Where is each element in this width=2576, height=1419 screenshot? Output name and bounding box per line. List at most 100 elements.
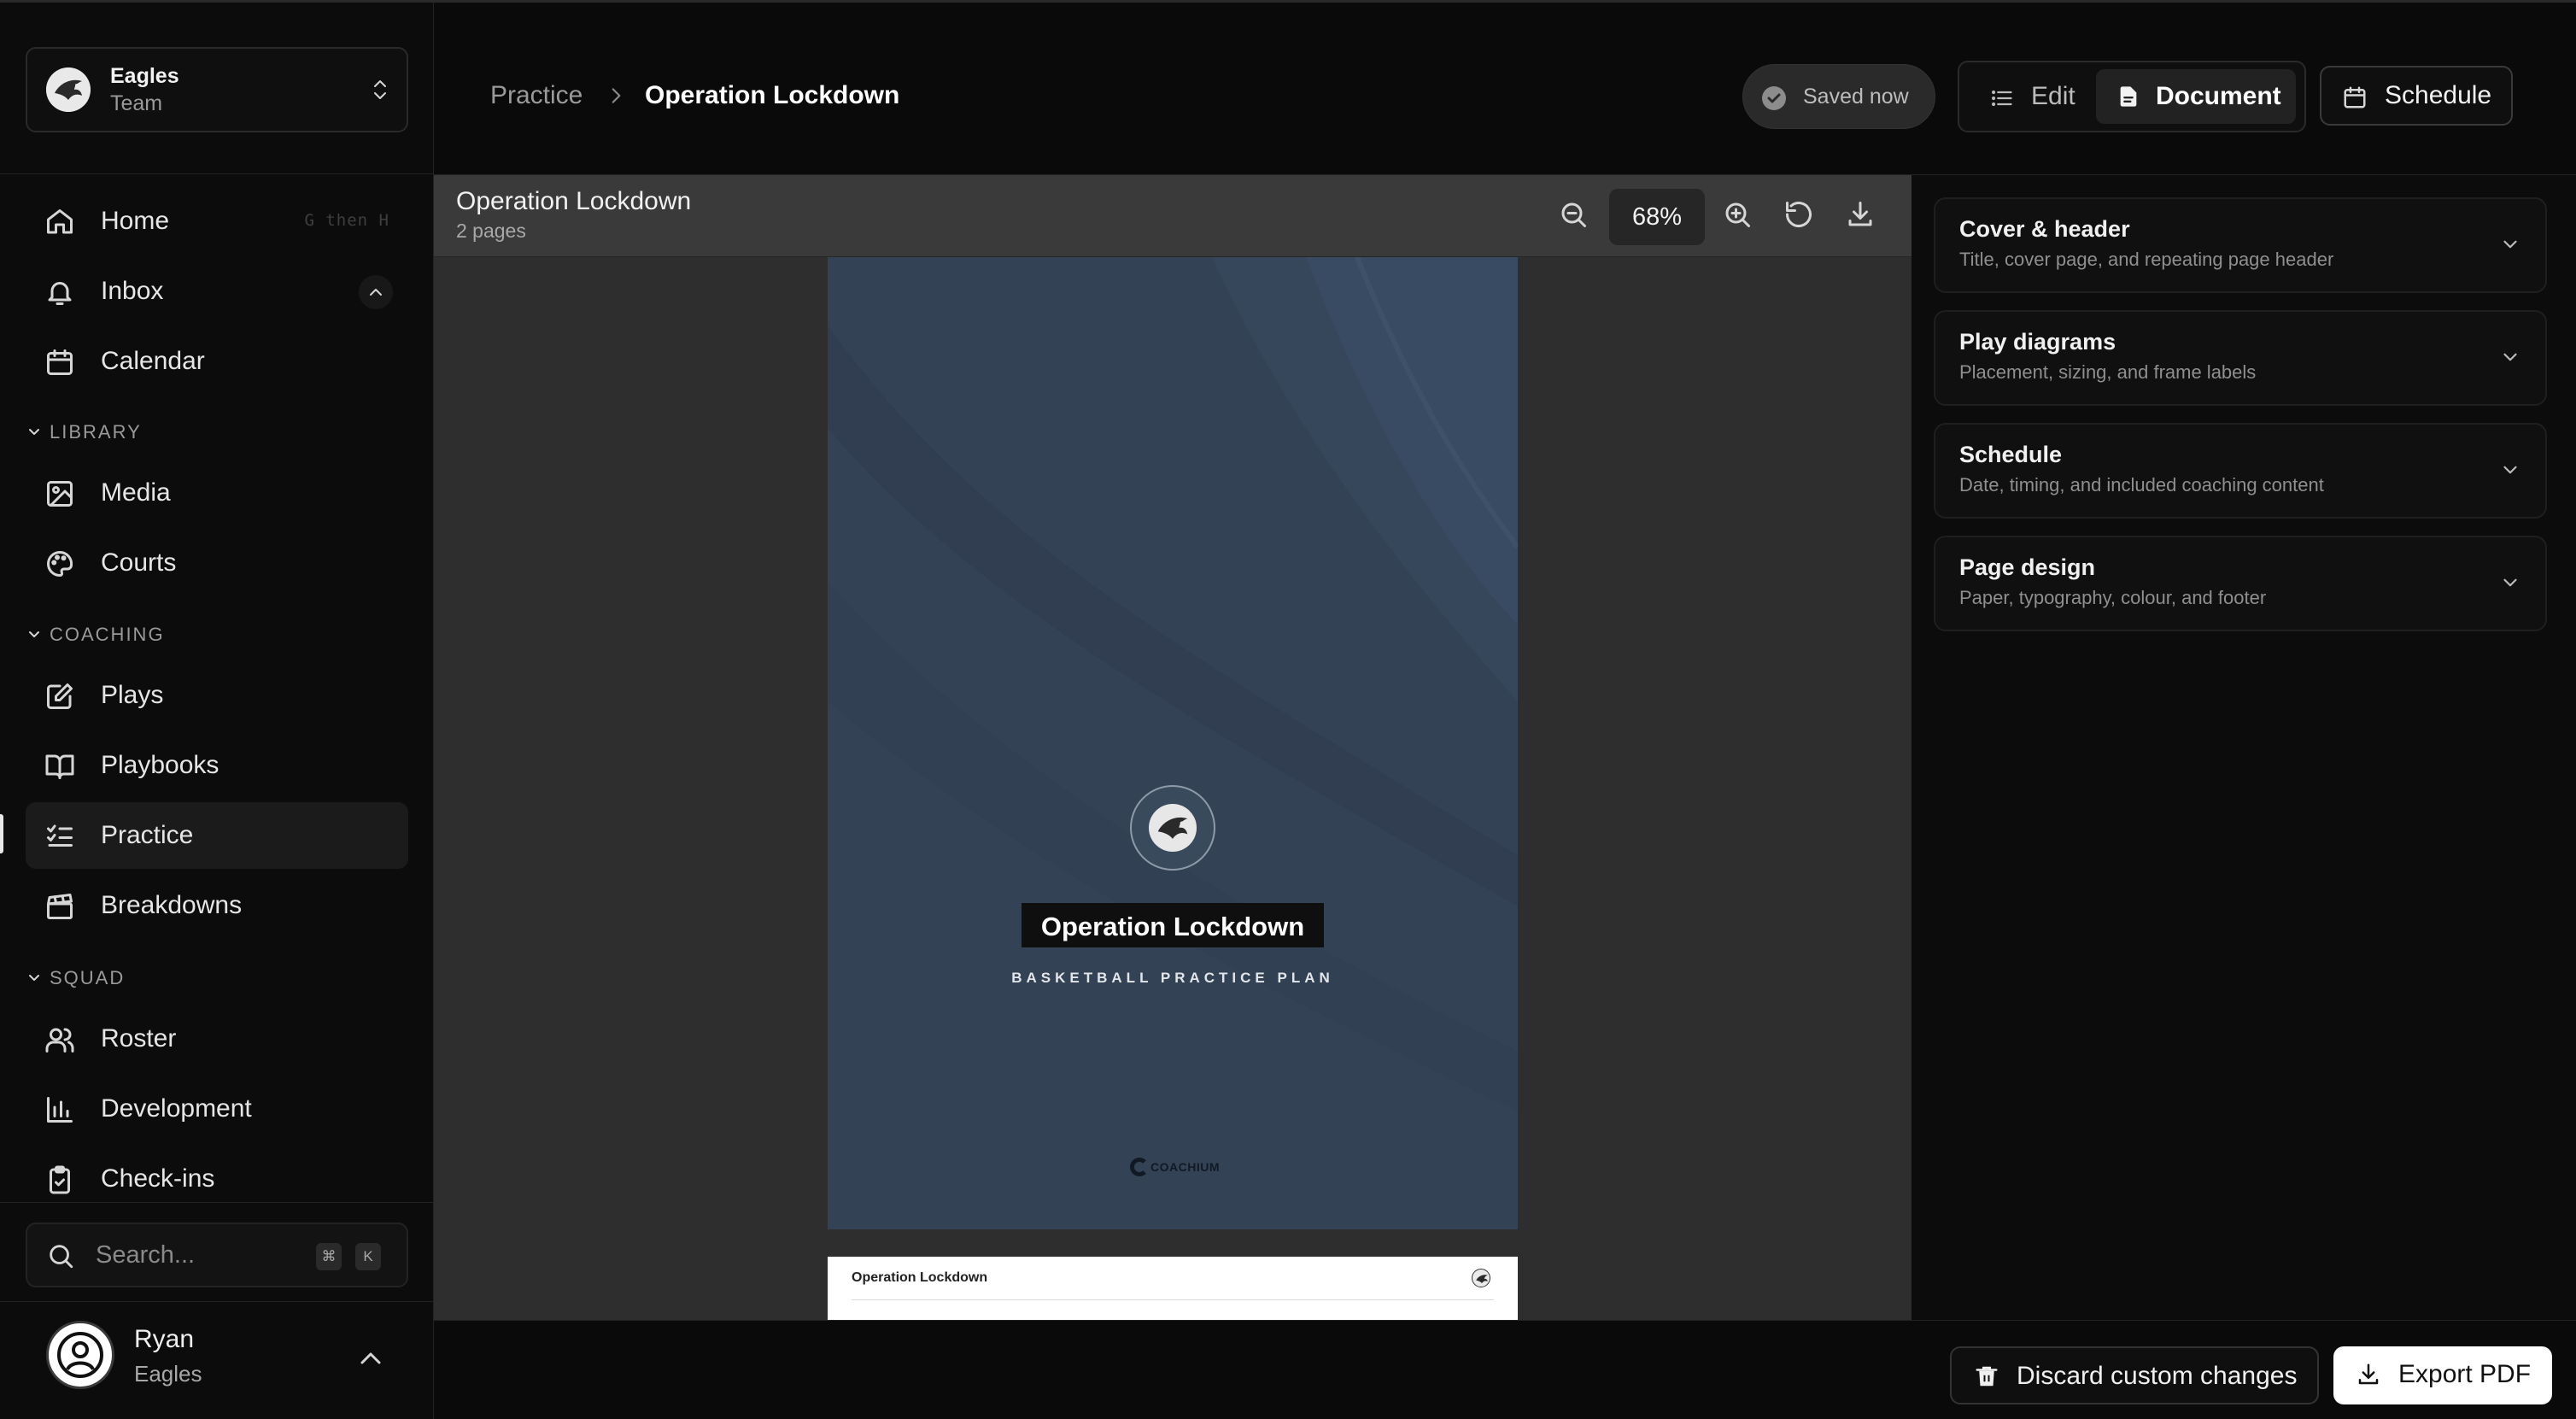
chevron-down-icon xyxy=(2499,346,2521,368)
app-window: Eagles Team Home G then H Inbox Calendar… xyxy=(0,0,2576,1419)
file-text-icon xyxy=(2116,85,2140,108)
avatar[interactable] xyxy=(46,1321,114,1389)
zoom-in-icon[interactable] xyxy=(1722,199,1753,230)
search-box[interactable]: Search... ⌘ K xyxy=(26,1223,408,1287)
trash-icon xyxy=(1974,1363,1999,1389)
section-squad-title[interactable]: SQUAD xyxy=(50,967,125,989)
accordion-title: Schedule xyxy=(1959,442,2063,467)
section-coaching-title[interactable]: COACHING xyxy=(50,624,165,646)
document-page-cover: Operation Lockdown BASKETBALL PRACTICE P… xyxy=(828,257,1518,1229)
list-checks-icon xyxy=(44,821,75,852)
sidebar-item-label: Courts xyxy=(101,548,177,577)
document-viewer: Operation Lockdown 2 pages 68% Operation… xyxy=(434,175,1912,1320)
sidebar-item-label: Plays xyxy=(101,681,164,709)
discard-changes-label: Discard custom changes xyxy=(2017,1362,2298,1390)
saved-status-text: Saved now xyxy=(1803,85,1909,108)
sidebar-item-label: Media xyxy=(101,478,171,507)
accordion-play-diagrams[interactable]: Play diagrams Placement, sizing, and fra… xyxy=(1934,310,2547,406)
chevron-down-icon[interactable] xyxy=(26,969,43,986)
sidebar-item-label: Breakdowns xyxy=(101,891,243,919)
tab-edit-label: Edit xyxy=(2031,82,2075,110)
book-open-icon xyxy=(44,751,75,782)
download-icon xyxy=(2356,1362,2381,1387)
rotate-ccw-icon[interactable] xyxy=(1783,199,1814,230)
sidebar-item-home[interactable]: Home G then H xyxy=(26,188,408,255)
document-title: Operation Lockdown xyxy=(456,187,692,215)
cover-background-swooshes xyxy=(828,257,1518,1229)
calendar-icon xyxy=(2342,85,2368,110)
export-pdf-button[interactable]: Export PDF xyxy=(2333,1346,2552,1404)
team-logo-icon xyxy=(46,67,91,112)
keyboard-shortcut: G then H xyxy=(304,211,389,230)
sidebar-item-label: Check-ins xyxy=(101,1164,215,1193)
sidebar-item-label: Inbox xyxy=(101,277,164,305)
accordion-title: Cover & header xyxy=(1959,216,2130,242)
sidebar-item-plays[interactable]: Plays xyxy=(26,662,408,729)
view-toggle: Edit Document xyxy=(1958,61,2306,132)
accordion-schedule[interactable]: Schedule Date, timing, and included coac… xyxy=(1934,423,2547,519)
brand-logo: COACHIUM xyxy=(1130,1158,1224,1180)
brand-mark-icon xyxy=(1130,1158,1149,1176)
bottom-action-bar: Discard custom changes Export PDF xyxy=(434,1320,2576,1419)
section-library-title[interactable]: LIBRARY xyxy=(50,421,142,443)
accordion-cover-header[interactable]: Cover & header Title, cover page, and re… xyxy=(1934,197,2547,293)
search-icon xyxy=(46,1241,75,1270)
sidebar-item-development[interactable]: Development xyxy=(26,1076,408,1142)
eagle-logo-icon xyxy=(1472,1269,1490,1287)
breadcrumb-parent[interactable]: Practice xyxy=(490,81,583,110)
accordion-description: Paper, typography, colour, and footer xyxy=(1959,587,2267,608)
sidebar-item-roster[interactable]: Roster xyxy=(26,1006,408,1072)
zoom-out-icon[interactable] xyxy=(1558,199,1589,230)
discard-changes-button[interactable]: Discard custom changes xyxy=(1950,1346,2319,1404)
list-icon xyxy=(1990,86,2014,110)
breadcrumb-current: Operation Lockdown xyxy=(645,81,900,109)
export-pdf-label: Export PDF xyxy=(2398,1360,2532,1388)
user-name[interactable]: Ryan xyxy=(134,1325,194,1354)
sidebar-item-courts[interactable]: Courts xyxy=(26,530,408,596)
accordion-description: Date, timing, and included coaching cont… xyxy=(1959,474,2324,495)
sidebar-item-calendar[interactable]: Calendar xyxy=(26,328,408,395)
top-bar: Practice Operation Lockdown Saved now Ed… xyxy=(434,3,2576,175)
zoom-level[interactable]: 68% xyxy=(1609,189,1705,245)
chevron-updown-icon xyxy=(371,76,389,103)
bell-icon xyxy=(44,277,75,308)
sidebar-item-breakdowns[interactable]: Breakdowns xyxy=(26,872,408,939)
sidebar-divider xyxy=(0,1301,434,1302)
edit-icon xyxy=(44,681,75,712)
tab-edit[interactable]: Edit xyxy=(1968,69,2096,124)
sidebar-item-media[interactable]: Media xyxy=(26,460,408,526)
chevron-up-icon[interactable] xyxy=(354,1344,388,1373)
active-indicator xyxy=(0,814,3,853)
accordion-title: Page design xyxy=(1959,554,2096,580)
schedule-button-label: Schedule xyxy=(2385,81,2492,109)
tab-document[interactable]: Document xyxy=(2096,69,2296,124)
sidebar: Eagles Team Home G then H Inbox Calendar… xyxy=(0,3,434,1419)
download-icon[interactable] xyxy=(1845,199,1876,230)
document-page-2: Operation Lockdown xyxy=(828,1257,1518,1320)
status-badge: Saved now xyxy=(1742,64,1935,129)
sidebar-divider xyxy=(0,1202,434,1203)
sidebar-item-playbooks[interactable]: Playbooks xyxy=(26,732,408,799)
chevron-down-icon xyxy=(2499,572,2521,594)
sidebar-item-practice[interactable]: Practice xyxy=(26,802,408,869)
team-subtitle: Team xyxy=(110,91,163,115)
sidebar-item-inbox[interactable]: Inbox xyxy=(26,258,408,325)
team-switcher[interactable]: Eagles Team xyxy=(26,47,408,132)
schedule-button[interactable]: Schedule xyxy=(2320,66,2513,126)
chevron-down-icon[interactable] xyxy=(26,625,43,642)
page-header-title: Operation Lockdown xyxy=(852,1270,988,1285)
collapse-button[interactable] xyxy=(359,275,393,309)
search-input[interactable]: Search... xyxy=(96,1241,195,1269)
sidebar-item-label: Calendar xyxy=(101,347,205,375)
calendar-icon xyxy=(44,347,75,378)
chevron-right-icon xyxy=(605,85,627,107)
accordion-description: Title, cover page, and repeating page he… xyxy=(1959,249,2334,270)
users-icon xyxy=(44,1024,75,1055)
viewer-toolbar: Operation Lockdown 2 pages 68% xyxy=(434,175,1912,257)
image-icon xyxy=(44,478,75,509)
chevron-down-icon[interactable] xyxy=(26,423,43,440)
sidebar-item-label: Roster xyxy=(101,1024,177,1053)
check-circle-icon xyxy=(1762,86,1786,110)
sidebar-item-label: Development xyxy=(101,1094,252,1123)
accordion-page-design[interactable]: Page design Paper, typography, colour, a… xyxy=(1934,536,2547,631)
